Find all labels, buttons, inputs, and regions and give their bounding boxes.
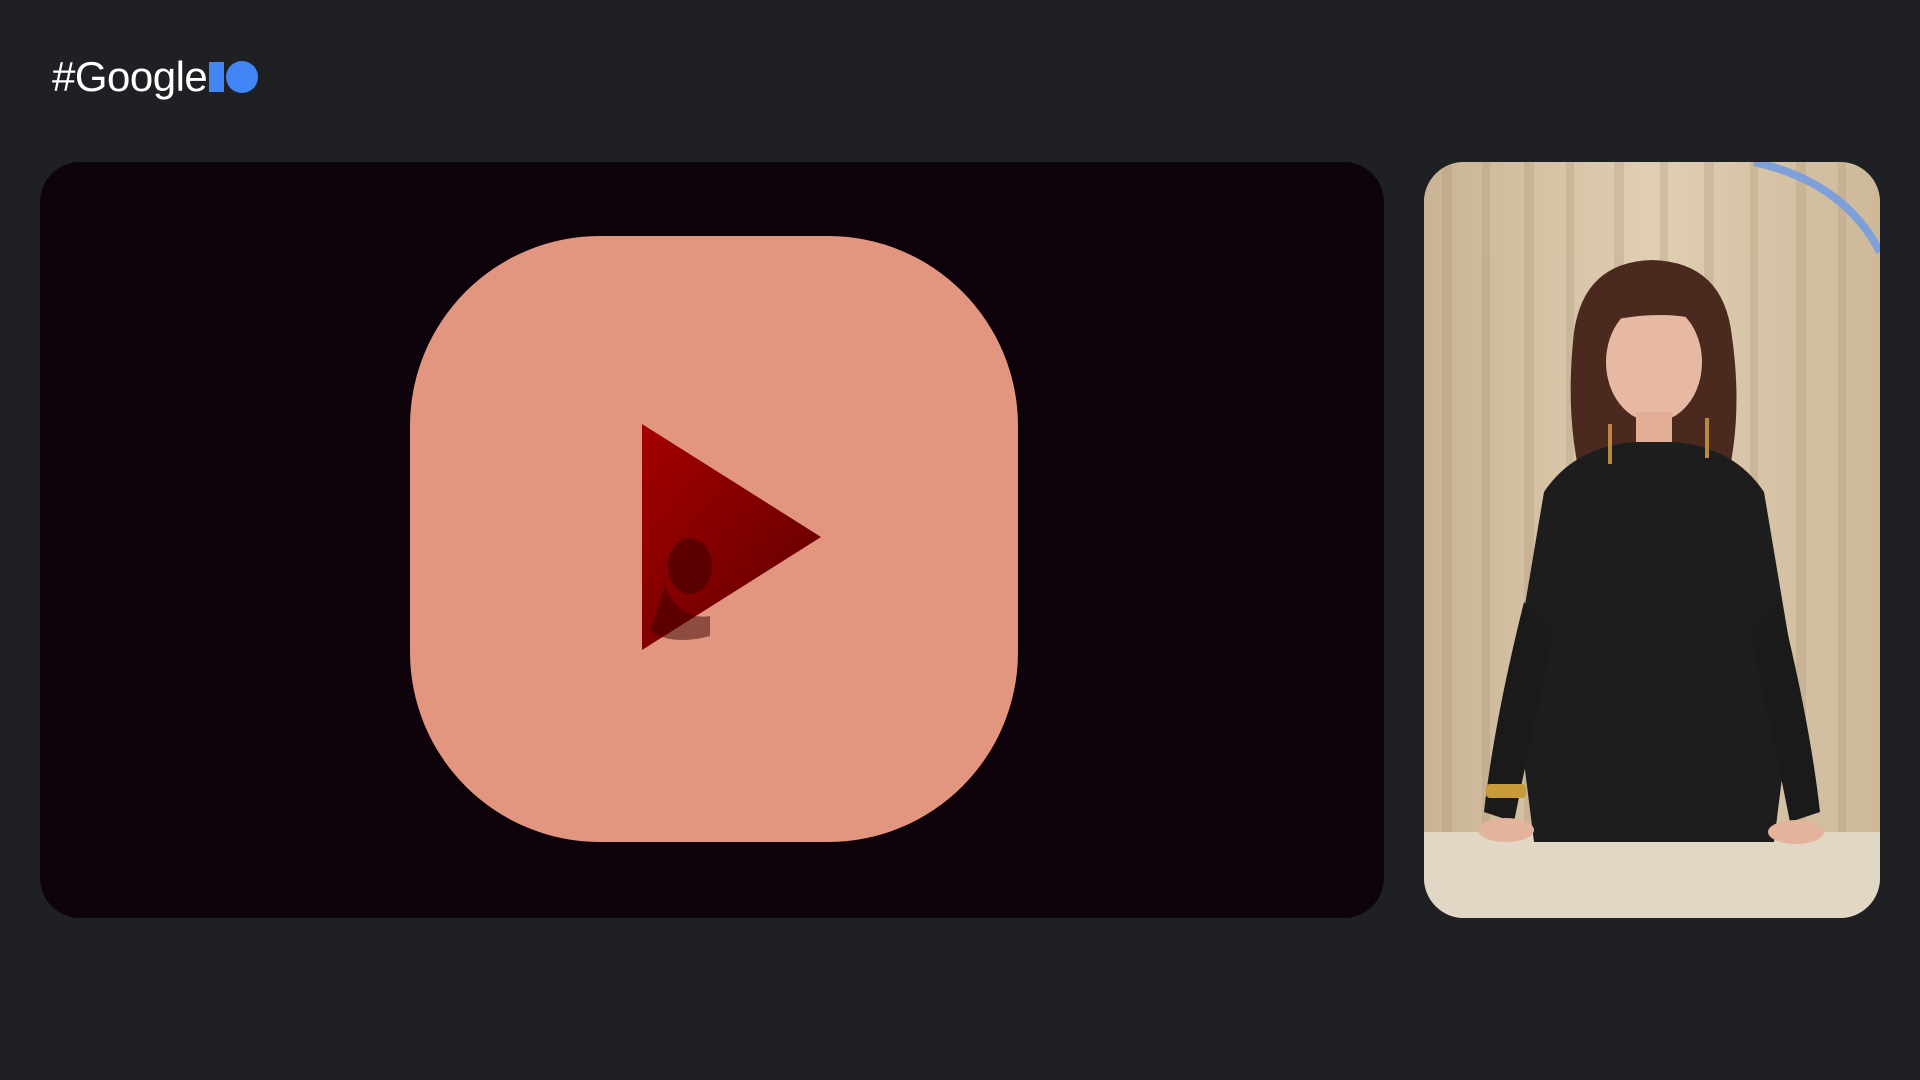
logo-text: #Google bbox=[52, 53, 208, 100]
slide-panel bbox=[40, 162, 1384, 918]
play-icon bbox=[642, 424, 821, 650]
speaker-illustration bbox=[1424, 162, 1880, 918]
presentation-stage: #Google bbox=[0, 0, 1920, 1080]
play-tile[interactable] bbox=[410, 236, 1018, 842]
google-io-logo: #Google bbox=[52, 52, 259, 102]
speaker-video bbox=[1424, 162, 1880, 918]
io-mark-icon bbox=[209, 61, 259, 93]
